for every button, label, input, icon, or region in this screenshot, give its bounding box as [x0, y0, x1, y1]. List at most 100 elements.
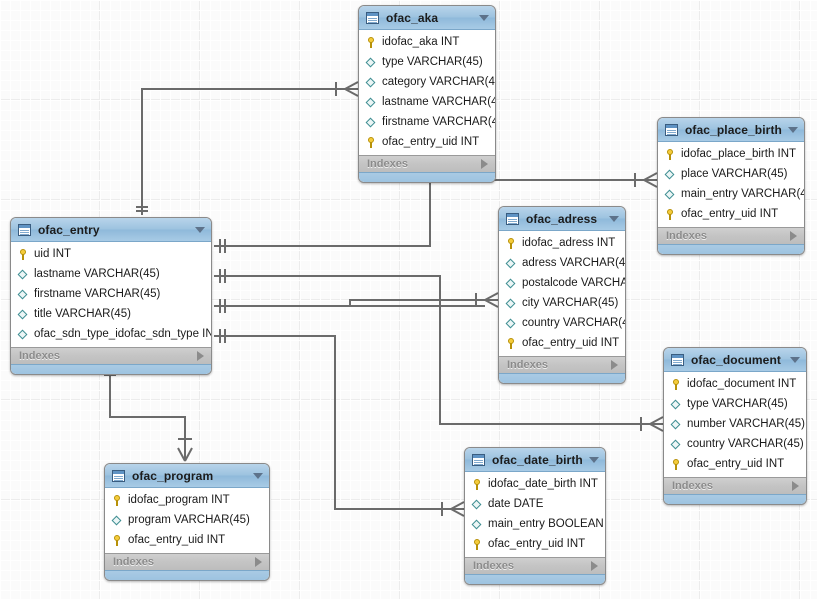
table-column[interactable]: ofac_entry_uid INT — [465, 534, 605, 554]
diamond-icon — [111, 514, 124, 527]
column-label: lastname VARCHAR(45) — [34, 268, 160, 280]
table-column[interactable]: lastname VARCHAR(45) — [359, 92, 495, 112]
diamond-icon — [670, 398, 683, 411]
chevron-right-icon[interactable] — [591, 561, 598, 571]
indexes-section-ofac_aka[interactable]: Indexes — [359, 155, 495, 172]
indexes-label: Indexes — [507, 359, 548, 371]
key-icon — [670, 458, 683, 471]
chevron-down-icon[interactable] — [788, 126, 798, 133]
column-label: ofac_entry_uid INT — [522, 337, 620, 349]
column-label: uid INT — [34, 248, 72, 260]
table-column[interactable]: ofac_entry_uid INT — [359, 132, 495, 152]
table-ofac_entry[interactable]: ofac_entryuid INT lastname VARCHAR(45) fir… — [10, 217, 212, 375]
indexes-section-ofac_place_birth[interactable]: Indexes — [658, 227, 804, 244]
table-column[interactable]: adress VARCHAR(45) — [499, 253, 625, 273]
table-column[interactable]: main_entry VARCHAR(45) — [658, 184, 804, 204]
chevron-right-icon[interactable] — [481, 159, 488, 169]
table-column[interactable]: number VARCHAR(45) — [664, 414, 806, 434]
table-column[interactable]: ofac_entry_uid INT — [499, 333, 625, 353]
diamond-icon — [670, 418, 683, 431]
diamond-icon — [505, 317, 518, 330]
table-column[interactable]: program VARCHAR(45) — [105, 510, 269, 530]
table-ofac_document[interactable]: ofac_document idofac_document INT type VAR… — [663, 347, 807, 505]
chevron-right-icon[interactable] — [792, 481, 799, 491]
table-column[interactable]: type VARCHAR(45) — [359, 52, 495, 72]
column-label: idofac_date_birth INT — [488, 478, 598, 490]
diamond-icon — [17, 308, 30, 321]
table-header-ofac_entry[interactable]: ofac_entry — [11, 218, 211, 242]
table-ofac_adress[interactable]: ofac_adress idofac_adress INT adress VARCH… — [498, 206, 626, 384]
table-column[interactable]: ofac_entry_uid INT — [664, 454, 806, 474]
table-ofac_program[interactable]: ofac_program idofac_program INT program VA… — [104, 463, 270, 581]
eer-diagram-canvas[interactable]: ofac_aka idofac_aka INT type VARCHAR(45) ca… — [0, 0, 817, 599]
chevron-right-icon[interactable] — [197, 351, 204, 361]
table-column[interactable]: type VARCHAR(45) — [664, 394, 806, 414]
column-label: title VARCHAR(45) — [34, 308, 131, 320]
table-column[interactable]: uid INT — [11, 244, 211, 264]
table-icon — [366, 11, 379, 24]
table-column[interactable]: lastname VARCHAR(45) — [11, 264, 211, 284]
chevron-down-icon[interactable] — [253, 472, 263, 479]
indexes-section-ofac_date_birth[interactable]: Indexes — [465, 557, 605, 574]
table-column[interactable]: idofac_program INT — [105, 490, 269, 510]
column-label: country VARCHAR(45) — [687, 438, 804, 450]
table-column[interactable]: ofac_entry_uid INT — [658, 204, 804, 224]
table-column[interactable]: idofac_adress INT — [499, 233, 625, 253]
table-column[interactable]: main_entry BOOLEAN — [465, 514, 605, 534]
column-label: ofac_entry_uid INT — [681, 208, 779, 220]
diamond-icon — [471, 498, 484, 511]
table-column[interactable]: firstname VARCHAR(45) — [359, 112, 495, 132]
diamond-icon — [471, 518, 484, 531]
indexes-section-ofac_program[interactable]: Indexes — [105, 553, 269, 570]
table-column[interactable]: country VARCHAR(45) — [499, 313, 625, 333]
indexes-section-ofac_document[interactable]: Indexes — [664, 477, 806, 494]
table-column[interactable]: ofac_entry_uid INT — [105, 530, 269, 550]
column-label: place VARCHAR(45) — [681, 168, 788, 180]
column-label: ofac_entry_uid INT — [687, 458, 785, 470]
table-column[interactable]: firstname VARCHAR(45) — [11, 284, 211, 304]
table-column[interactable]: title VARCHAR(45) — [11, 304, 211, 324]
table-header-ofac_program[interactable]: ofac_program — [105, 464, 269, 488]
table-columns-ofac_program: idofac_program INT program VARCHAR(45) ofa… — [105, 488, 269, 553]
indexes-section-ofac_entry[interactable]: Indexes — [11, 347, 211, 364]
table-header-ofac_place_birth[interactable]: ofac_place_birth — [658, 118, 804, 142]
table-column[interactable]: idofac_place_birth INT — [658, 144, 804, 164]
table-column[interactable]: idofac_aka INT — [359, 32, 495, 52]
table-icon — [472, 453, 485, 466]
chevron-down-icon[interactable] — [479, 14, 489, 21]
indexes-section-ofac_adress[interactable]: Indexes — [499, 356, 625, 373]
table-ofac_place_birth[interactable]: ofac_place_birth idofac_place_birth INT pl… — [657, 117, 805, 255]
table-column[interactable]: idofac_date_birth INT — [465, 474, 605, 494]
table-header-ofac_adress[interactable]: ofac_adress — [499, 207, 625, 231]
table-bottom-bar — [11, 364, 211, 374]
table-column[interactable]: place VARCHAR(45) — [658, 164, 804, 184]
table-header-ofac_aka[interactable]: ofac_aka — [359, 6, 495, 30]
table-column[interactable]: category VARCHAR(45) — [359, 72, 495, 92]
key-icon — [365, 136, 378, 149]
chevron-down-icon[interactable] — [195, 226, 205, 233]
chevron-right-icon[interactable] — [790, 231, 797, 241]
table-column[interactable]: country VARCHAR(45) — [664, 434, 806, 454]
table-ofac_date_birth[interactable]: ofac_date_birth idofac_date_birth INT date… — [464, 447, 606, 585]
relationship-ofac-entry-ofac-aka — [136, 81, 359, 215]
indexes-label: Indexes — [473, 560, 514, 572]
table-column[interactable]: date DATE — [465, 494, 605, 514]
indexes-label: Indexes — [19, 350, 60, 362]
column-label: type VARCHAR(45) — [382, 56, 483, 68]
indexes-label: Indexes — [367, 158, 408, 170]
table-title: ofac_program — [132, 468, 214, 483]
chevron-right-icon[interactable] — [255, 557, 262, 567]
chevron-down-icon[interactable] — [790, 356, 800, 363]
table-ofac_aka[interactable]: ofac_aka idofac_aka INT type VARCHAR(45) ca… — [358, 5, 496, 183]
table-column[interactable]: idofac_document INT — [664, 374, 806, 394]
table-column[interactable]: ofac_sdn_type_idofac_sdn_type INT — [11, 324, 211, 344]
column-label: ofac_entry_uid INT — [488, 538, 586, 550]
table-header-ofac_document[interactable]: ofac_document — [664, 348, 806, 372]
table-columns-ofac_document: idofac_document INT type VARCHAR(45) numbe… — [664, 372, 806, 477]
chevron-down-icon[interactable] — [589, 456, 599, 463]
table-column[interactable]: postalcode VARCHA... — [499, 273, 625, 293]
chevron-right-icon[interactable] — [611, 360, 618, 370]
table-column[interactable]: city VARCHAR(45) — [499, 293, 625, 313]
table-header-ofac_date_birth[interactable]: ofac_date_birth — [465, 448, 605, 472]
chevron-down-icon[interactable] — [609, 215, 619, 222]
